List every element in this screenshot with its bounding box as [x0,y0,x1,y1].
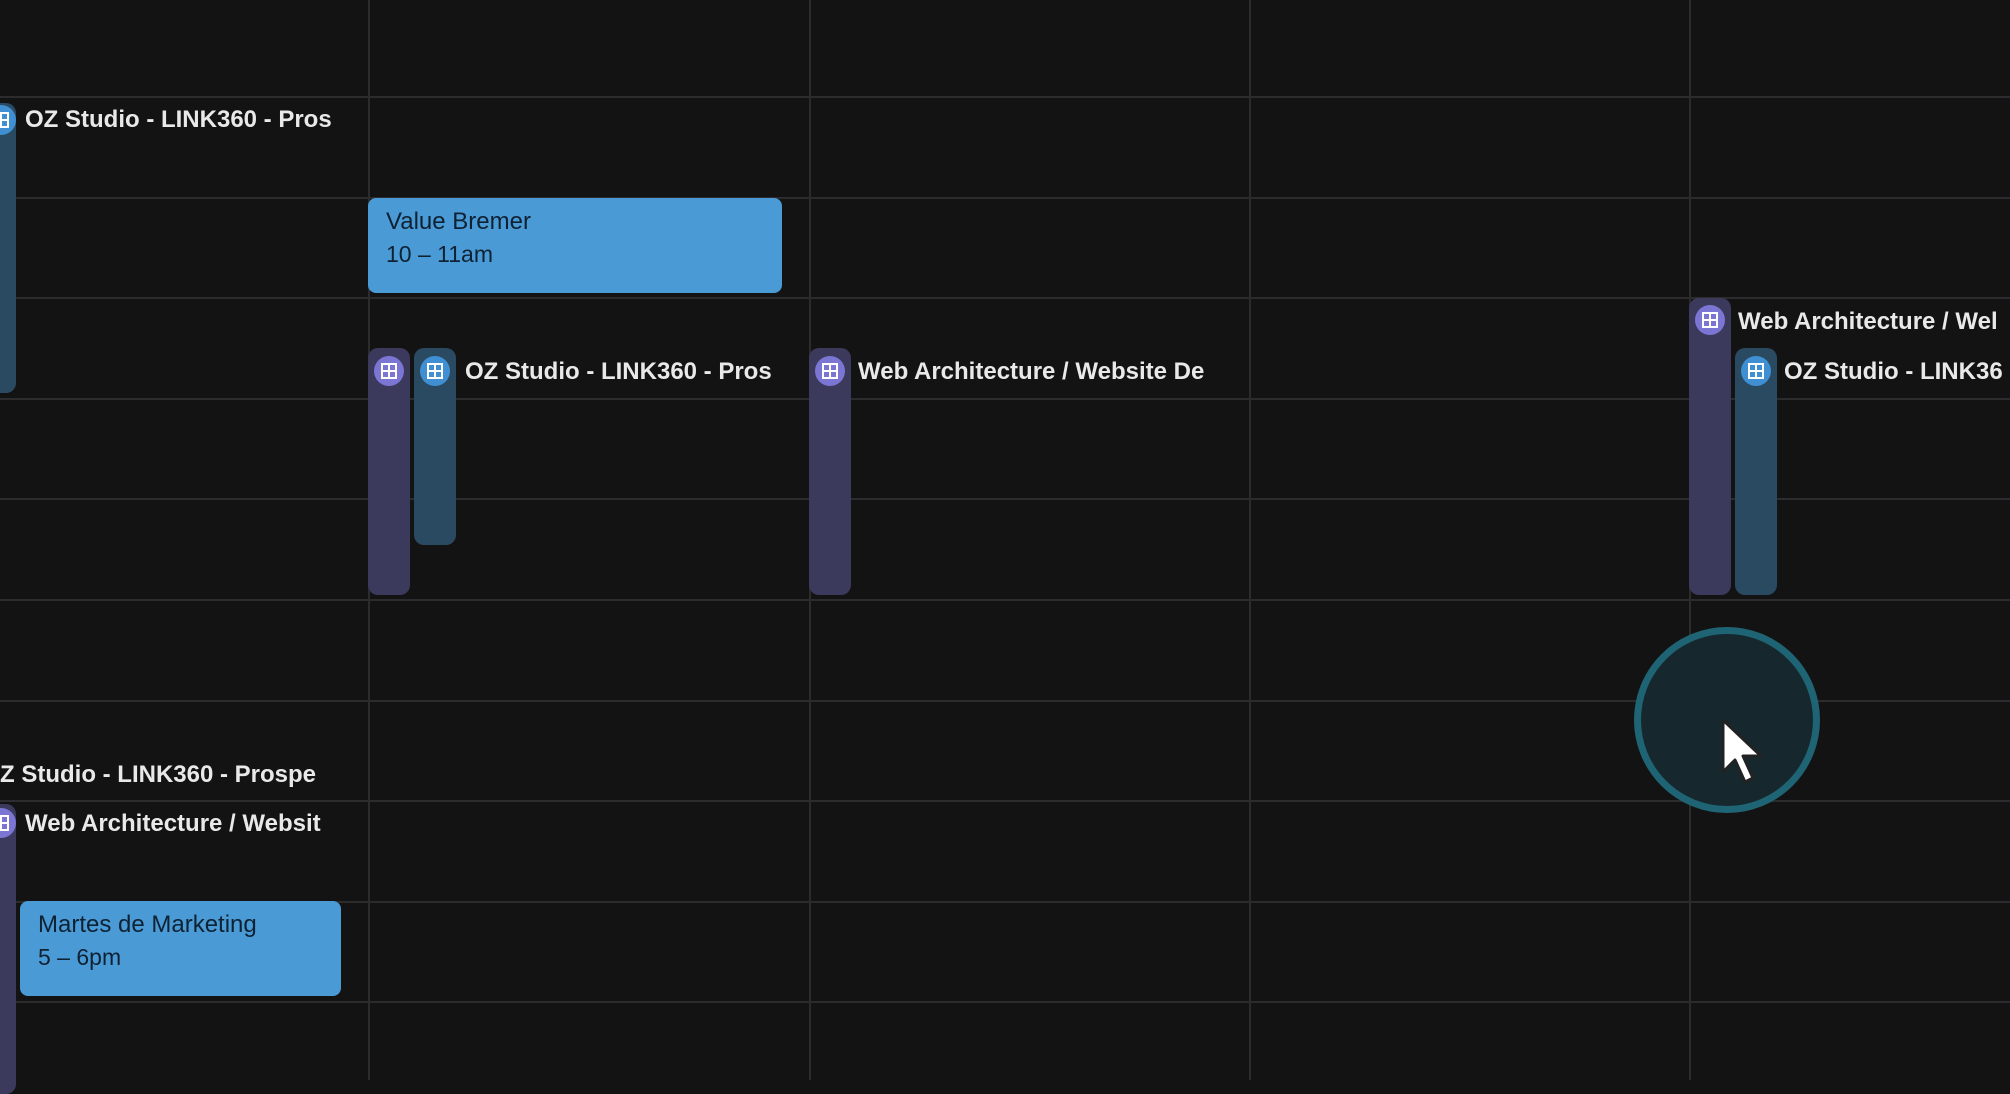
event-title: Martes de Marketing [38,911,257,938]
event-bar[interactable] [0,103,16,393]
hour-gridline [0,599,2010,601]
day-column-divider [1249,0,1251,1080]
event-chip-label[interactable]: Web Architecture / Website De [858,352,1224,392]
hour-gridline [0,1001,2010,1003]
hour-gridline [0,197,2010,199]
event-chip-label[interactable]: Web Architecture / Websit [25,804,341,844]
calendar-grid-icon [374,356,404,386]
event-value-bremer[interactable]: Value Bremer 10 – 11am [368,198,782,293]
event-chip-label[interactable]: OZ Studio - LINK360 - Pros [25,100,341,140]
calendar-grid-icon [1695,305,1725,335]
hour-gridline [0,96,2010,98]
event-chip-label[interactable]: OZ Studio - LINK360 - Pros [465,352,783,392]
calendar-grid-icon [815,356,845,386]
calendar-grid-icon [1741,356,1771,386]
event-title: Value Bremer [386,208,531,235]
event-bar[interactable] [1689,298,1731,595]
event-bar[interactable] [0,804,16,1094]
calendar-grid-icon [420,356,450,386]
cursor-highlight [1634,627,1820,813]
event-time: 5 – 6pm [38,944,122,970]
event-chip-label[interactable]: Z Studio - LINK360 - Prospe [0,755,341,795]
event-chip-label[interactable]: OZ Studio - LINK36 [1784,352,2010,392]
mouse-pointer-icon [1721,718,1763,784]
event-chip-label[interactable]: Web Architecture / Wel [1738,302,2010,342]
event-time: 10 – 11am [386,241,493,267]
event-martes-de-marketing[interactable]: Martes de Marketing 5 – 6pm [20,901,341,996]
